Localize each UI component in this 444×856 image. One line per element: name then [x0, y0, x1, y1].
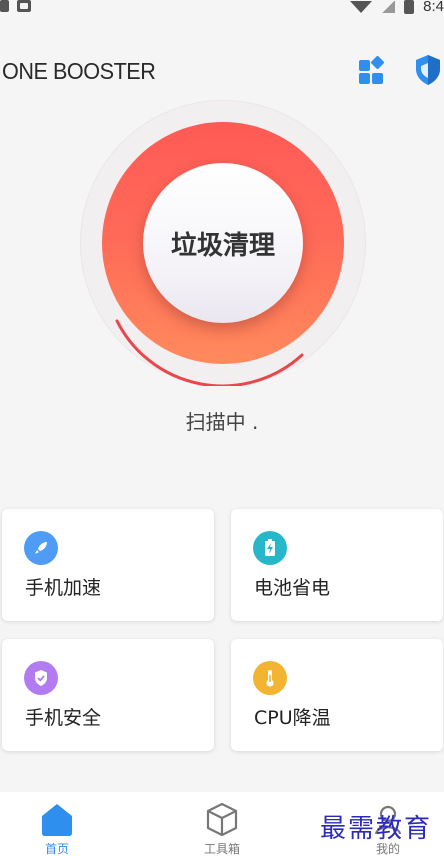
battery-saver-label: 电池省电 — [254, 577, 331, 599]
battery-charging-icon — [253, 531, 287, 565]
nav-toolbox-label: 工具箱 — [203, 842, 240, 856]
phone-boost-card[interactable]: 手机加速 — [2, 509, 214, 621]
shield-icon — [416, 55, 440, 85]
watermark-text: 最需教育 — [320, 814, 433, 844]
app-title: ONE BOOSTER — [2, 58, 156, 84]
notification-icon — [17, 0, 31, 12]
security-shield-button[interactable] — [414, 54, 442, 86]
shield-check-icon — [24, 661, 58, 695]
cpu-cooling-label: CPU降温 — [254, 707, 331, 729]
battery-icon — [404, 0, 415, 14]
box-icon — [206, 802, 238, 837]
battery-saver-card[interactable]: 电池省电 — [231, 509, 443, 621]
status-time: 8:4 — [423, 0, 444, 15]
no-signal-icon — [381, 1, 396, 13]
scan-status-text: 扫描中 . — [185, 410, 259, 434]
sim-icon — [0, 0, 9, 12]
wifi-icon — [350, 1, 373, 13]
thermometer-icon — [253, 661, 287, 695]
apps-grid-button[interactable] — [357, 56, 387, 86]
nav-toolbox[interactable]: 工具箱 — [177, 792, 267, 856]
apps-grid-icon — [359, 56, 384, 84]
phone-security-label: 手机安全 — [25, 707, 102, 729]
app-header: ONE BOOSTER — [0, 46, 444, 96]
cpu-cooling-card[interactable]: CPU降温 — [231, 639, 443, 751]
nav-home-label: 首页 — [44, 842, 69, 856]
home-icon — [42, 804, 72, 836]
junk-clean-label: 垃圾清理 — [170, 230, 275, 261]
nav-home[interactable]: 首页 — [12, 792, 102, 856]
junk-clean-dial: 垃圾清理 — [80, 100, 366, 386]
phone-boost-label: 手机加速 — [25, 577, 102, 599]
phone-security-card[interactable]: 手机安全 — [2, 639, 214, 751]
junk-clean-button[interactable]: 垃圾清理 — [143, 163, 303, 323]
status-bar: 8:4 — [0, 0, 444, 20]
rocket-icon — [24, 531, 58, 565]
